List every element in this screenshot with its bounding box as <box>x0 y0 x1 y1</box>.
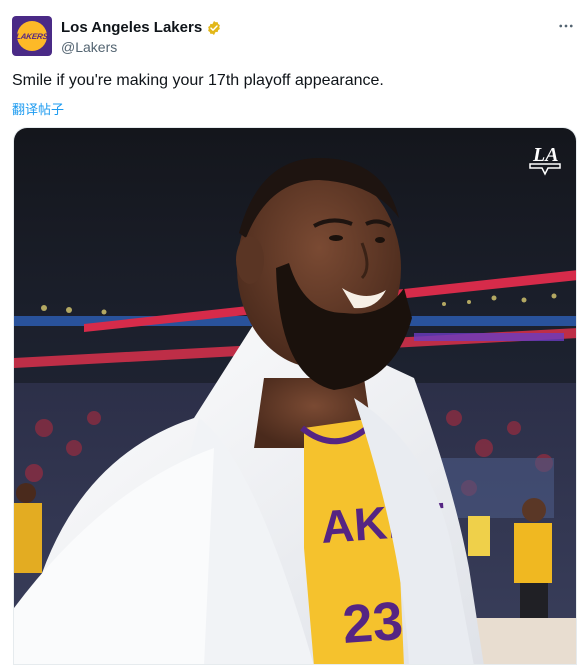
tweet-text: Smile if you're making your 17th playoff… <box>12 72 384 89</box>
photo-illustration: AKEF 23 <box>14 128 576 664</box>
la-watermark-text: LA <box>532 144 559 166</box>
account-name[interactable]: Los Angeles Lakers <box>61 19 202 36</box>
verified-badge-icon <box>208 20 221 35</box>
tweet-header: Los Angeles Lakers @Lakers <box>61 18 222 55</box>
name-row: Los Angeles Lakers <box>61 18 222 37</box>
more-horizontal-icon[interactable] <box>556 16 576 36</box>
jersey-number: 23 <box>341 591 405 655</box>
tweet-photo[interactable]: AKEF 23 LA <box>13 127 577 665</box>
account-handle[interactable]: @Lakers <box>61 39 222 55</box>
avatar-logo-text: LAKERS <box>15 31 49 41</box>
tweet-card: LAKERS Los Angeles Lakers @Lakers Smile … <box>0 0 588 665</box>
translate-post-link[interactable]: 翻译帖子 <box>12 99 64 118</box>
account-avatar[interactable]: LAKERS <box>12 16 52 56</box>
la-watermark-icon: LA <box>529 144 561 176</box>
